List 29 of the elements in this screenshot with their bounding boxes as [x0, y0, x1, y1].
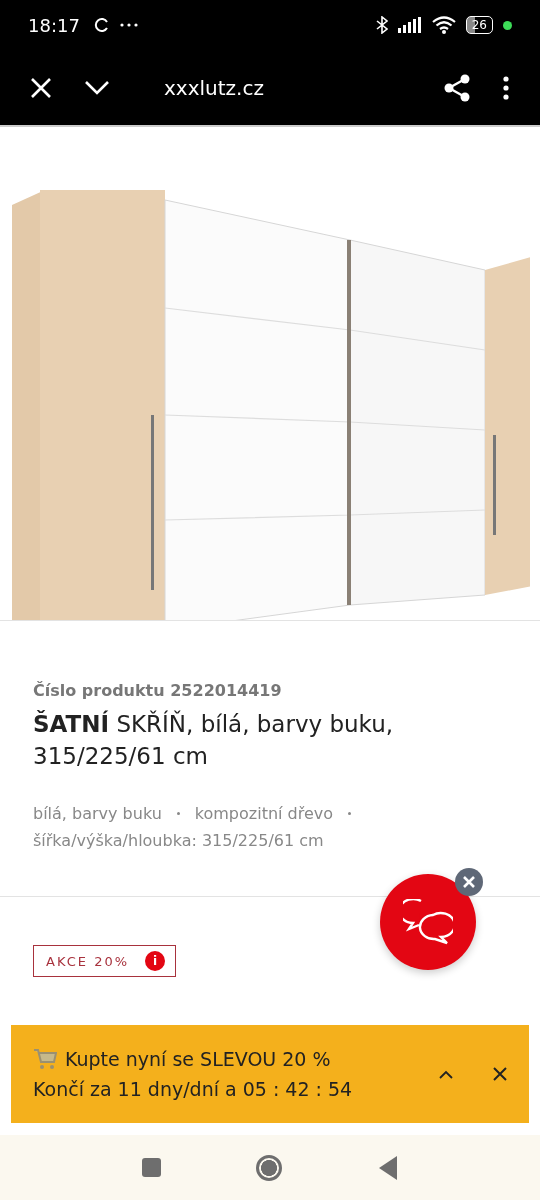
- chat-bubbles-icon: [403, 899, 453, 945]
- wifi-icon: [431, 16, 456, 34]
- product-title: ŠATNÍ SKŘÍŇ, bílá, barvy buku, 315/225/61 cm: [33, 709, 395, 771]
- chevron-up-icon[interactable]: [439, 1069, 453, 1079]
- close-icon: [462, 875, 476, 889]
- sync-icon: [93, 17, 110, 33]
- promo-headline: Kupte nyní se SLEVOU 20 %: [65, 1048, 331, 1070]
- product-attribute: šířka/výška/hloubka: 315/225/61 cm: [33, 831, 324, 850]
- promo-countdown: Končí za 11 dny/dní a 05 : 42 : 54: [33, 1078, 354, 1100]
- signal-icon: [397, 17, 422, 33]
- product-attribute: bílá, barvy buku: [33, 804, 162, 823]
- cart-icon: [33, 1048, 57, 1070]
- product-attribute: kompozitní dřevo: [194, 804, 334, 823]
- product-number: Číslo produktu 2522014419: [33, 681, 283, 700]
- sale-badge[interactable]: AKCE 20% i: [33, 945, 177, 977]
- page-url: xxxlutz.cz: [164, 75, 264, 100]
- camera-indicator-icon: [503, 20, 512, 30]
- chat-button[interactable]: [380, 874, 476, 970]
- share-icon[interactable]: [444, 73, 470, 102]
- status-time: 18:17: [28, 14, 80, 36]
- more-vertical-icon[interactable]: [502, 75, 510, 100]
- bluetooth-icon: [375, 16, 388, 34]
- more-dots-icon: [119, 23, 138, 27]
- close-icon[interactable]: [493, 1067, 507, 1081]
- recents-icon[interactable]: [141, 1158, 161, 1177]
- close-chat-button[interactable]: [455, 868, 483, 896]
- battery-icon: 26: [465, 16, 493, 34]
- home-icon[interactable]: [255, 1154, 282, 1181]
- chevron-down-icon[interactable]: [84, 79, 110, 96]
